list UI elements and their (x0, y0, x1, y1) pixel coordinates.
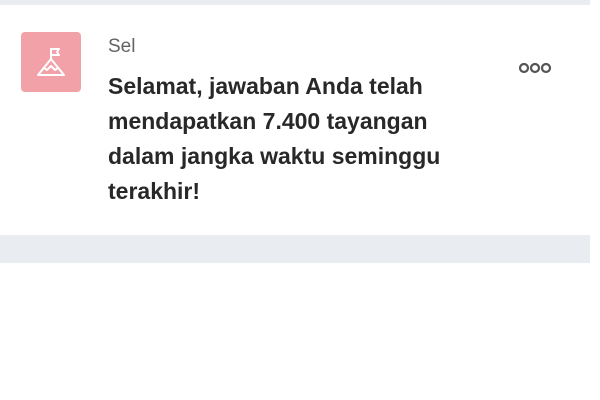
notification-sender: Sel (108, 36, 136, 57)
next-notification-item (0, 263, 590, 400)
mountain-flag-icon (21, 32, 81, 92)
notifications-page: Sel Selamat, jawaban Anda telah mendapat… (0, 0, 600, 400)
notification-message: Selamat, jawaban Anda telah mendapatkan … (108, 73, 441, 204)
section-divider (0, 235, 590, 263)
more-options-icon (518, 62, 552, 74)
more-options-button[interactable] (512, 53, 558, 83)
notification-item[interactable]: Sel Selamat, jawaban Anda telah mendapat… (0, 5, 590, 235)
